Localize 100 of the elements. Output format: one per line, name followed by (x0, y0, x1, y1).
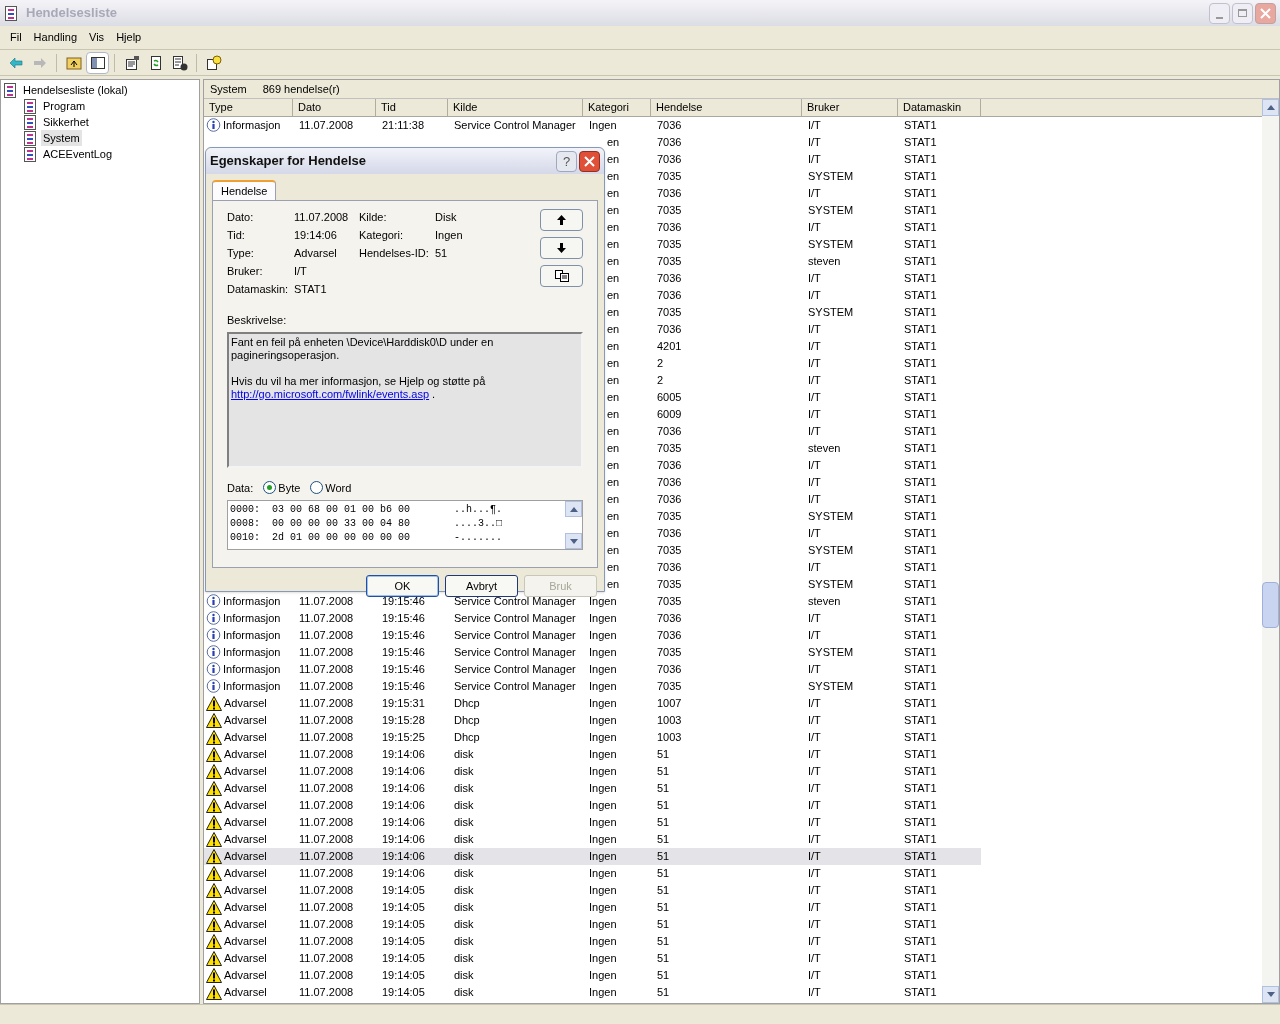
restore-button[interactable] (1232, 2, 1253, 24)
scrollbar[interactable] (1262, 99, 1279, 1003)
table-cell-text: I/T (808, 118, 821, 134)
next-button[interactable] (540, 237, 583, 259)
table-cell-text: 11.07.2008 (299, 883, 354, 899)
table-cell-text: en (607, 305, 620, 321)
table-row[interactable]: Advarsel 11.07.2008 19:14:06 disk Ingen 51 I/T STAT1 (204, 848, 981, 865)
table-row[interactable]: Advarsel 11.07.2008 19:14:06 disk Ingen 51 I/T STAT1 (204, 814, 981, 831)
table-row[interactable]: Advarsel 11.07.2008 19:14:05 disk Ingen 51 I/T STAT1 (204, 950, 981, 967)
menu-item[interactable]: Hjelp (110, 29, 148, 46)
table-row[interactable]: en 7036 I/T STAT1 (204, 134, 981, 151)
table-cell-text: 11.07.2008 (299, 662, 354, 678)
field-value: Advarsel (294, 246, 337, 262)
radio-button[interactable]: Word (310, 479, 352, 496)
table-cell-text: I/T (808, 849, 821, 865)
previous-button[interactable] (540, 209, 583, 231)
scroll-up-icon (569, 506, 578, 512)
table-cell-text: Service Control Manager (454, 645, 576, 661)
table-row[interactable]: Informasjon 11.07.2008 19:15:46 Service Control Manager Ingen 7036 I/T STAT1 (204, 610, 981, 627)
table-cell-text: I/T (808, 560, 821, 576)
table-cell-text: STAT1 (904, 985, 937, 1001)
copy-button[interactable] (540, 265, 583, 287)
table-cell-text: STAT1 (904, 934, 937, 950)
column-header[interactable]: Kategori (583, 99, 651, 116)
column-header[interactable]: Bruker (802, 99, 898, 116)
table-row[interactable]: Advarsel 11.07.2008 19:14:06 disk Ingen 51 I/T STAT1 (204, 763, 981, 780)
table-cell-text: 19:15:46 (382, 679, 425, 695)
table-row[interactable]: Advarsel 11.07.2008 19:15:25 Dhcp Ingen 1003 I/T STAT1 (204, 729, 981, 746)
field-value: 11.07.2008 (294, 210, 349, 226)
table-row[interactable]: Informasjon 11.07.2008 21:11:38 Service Control Manager Ingen 7036 I/T STAT1 (204, 117, 981, 134)
event-viewer-icon (3, 82, 17, 98)
table-cell-text: I/T (808, 186, 821, 202)
table-cell-text: I/T (808, 390, 821, 406)
table-cell-text: 51 (657, 951, 670, 967)
table-row[interactable]: Advarsel 11.07.2008 19:14:06 disk Ingen 51 I/T STAT1 (204, 746, 981, 763)
tree-item[interactable]: Hendelsesliste (lokal) (21, 81, 130, 99)
table-cell-text: Advarsel (224, 747, 267, 763)
table-row[interactable]: Informasjon 11.07.2008 19:15:46 Service Control Manager Ingen 7035 SYSTEM STAT1 (204, 678, 981, 695)
table-cell-text: 7035 (657, 169, 682, 185)
radio-button[interactable]: Byte (263, 479, 301, 496)
help-link[interactable]: http://go.microsoft.com/fwlink/events.asp (231, 387, 430, 401)
table-cell-text: en (607, 373, 620, 389)
table-cell-text: STAT1 (904, 764, 937, 780)
column-header[interactable]: Datamaskin (898, 99, 981, 116)
table-row[interactable]: Advarsel 11.07.2008 19:14:06 disk Ingen 51 I/T STAT1 (204, 831, 981, 848)
table-cell-text: disk (454, 900, 474, 916)
table-cell-text: Ingen (589, 832, 617, 848)
table-cell-text: I/T (808, 883, 821, 899)
tab[interactable]: Hendelse (212, 180, 277, 200)
column-header[interactable]: Type (204, 99, 293, 116)
table-cell-text: en (607, 135, 620, 151)
dialog-button[interactable]: Avbryt (445, 575, 518, 597)
table-cell-text: Advarsel (224, 934, 267, 950)
table-cell-text: STAT1 (904, 322, 937, 338)
table-row[interactable]: Advarsel 11.07.2008 19:14:05 disk Ingen 51 I/T STAT1 (204, 967, 981, 984)
column-header[interactable]: Kilde (448, 99, 583, 116)
table-row[interactable]: Advarsel 11.07.2008 19:14:05 disk Ingen 51 I/T STAT1 (204, 882, 981, 899)
help-button[interactable]: ? (556, 150, 577, 172)
tree-item[interactable]: ACEEventLog (41, 145, 115, 163)
table-row[interactable]: Advarsel 11.07.2008 19:15:31 Dhcp Ingen 1007 I/T STAT1 (204, 695, 981, 712)
table-row[interactable]: Advarsel 11.07.2008 19:14:06 disk Ingen 51 I/T STAT1 (204, 780, 981, 797)
table-row[interactable]: Advarsel 11.07.2008 19:14:05 disk Ingen 51 I/T STAT1 (204, 899, 981, 916)
close-button[interactable] (579, 150, 600, 172)
table-cell-text: disk (454, 849, 474, 865)
table-cell-text: 11.07.2008 (299, 900, 354, 916)
table-row[interactable]: Informasjon 11.07.2008 19:15:46 Service Control Manager Ingen 7036 I/T STAT1 (204, 661, 981, 678)
panel-toggle-icon[interactable] (86, 51, 109, 74)
scroll-thumb[interactable] (1262, 582, 1279, 628)
table-row[interactable]: Advarsel 11.07.2008 19:14:05 disk Ingen 51 I/T STAT1 (204, 933, 981, 950)
table-row[interactable]: Advarsel 11.07.2008 19:14:06 disk Ingen 51 I/T STAT1 (204, 865, 981, 882)
column-header[interactable]: Tid (376, 99, 448, 116)
table-cell-text: I/T (808, 713, 821, 729)
table-cell-text: disk (454, 951, 474, 967)
table-cell-text: en (607, 560, 620, 576)
table-cell-text: 7035 (657, 645, 682, 661)
column-header[interactable]: Hendelse (651, 99, 802, 116)
warning-icon (206, 866, 222, 881)
data-label: Data: (227, 480, 254, 496)
table-row[interactable]: Advarsel 11.07.2008 19:15:28 Dhcp Ingen 1003 I/T STAT1 (204, 712, 981, 729)
minimize-button[interactable] (1209, 2, 1230, 24)
menu-item[interactable]: Vis (83, 29, 111, 46)
table-cell-text: 19:14:06 (382, 815, 425, 831)
tree-item[interactable]: System (41, 129, 82, 147)
column-header[interactable]: Dato (293, 99, 376, 116)
table-cell-text: 19:14:06 (382, 832, 425, 848)
dialog-button[interactable]: OK (366, 575, 439, 597)
table-row[interactable]: Advarsel 11.07.2008 19:14:05 disk Ingen 51 I/T STAT1 (204, 984, 981, 1001)
menu-item[interactable]: Handling (27, 29, 84, 46)
table-row[interactable]: Informasjon 11.07.2008 19:15:46 Service Control Manager Ingen 7036 I/T STAT1 (204, 627, 981, 644)
table-cell-text: I/T (808, 968, 821, 984)
tree-item[interactable]: Sikkerhet (41, 113, 91, 131)
scroll-down-icon (1266, 992, 1275, 997)
table-row[interactable]: Advarsel 11.07.2008 19:14:05 disk Ingen 51 I/T STAT1 (204, 916, 981, 933)
table-cell-text: I/T (808, 781, 821, 797)
tree-item[interactable]: Program (41, 97, 88, 115)
warning-icon (206, 798, 222, 813)
table-row[interactable]: Advarsel 11.07.2008 19:14:06 disk Ingen 51 I/T STAT1 (204, 797, 981, 814)
menu-item[interactable]: Fil (4, 29, 28, 46)
table-row[interactable]: Informasjon 11.07.2008 19:15:46 Service Control Manager Ingen 7035 SYSTEM STAT1 (204, 644, 981, 661)
scrollbar[interactable] (565, 501, 582, 549)
